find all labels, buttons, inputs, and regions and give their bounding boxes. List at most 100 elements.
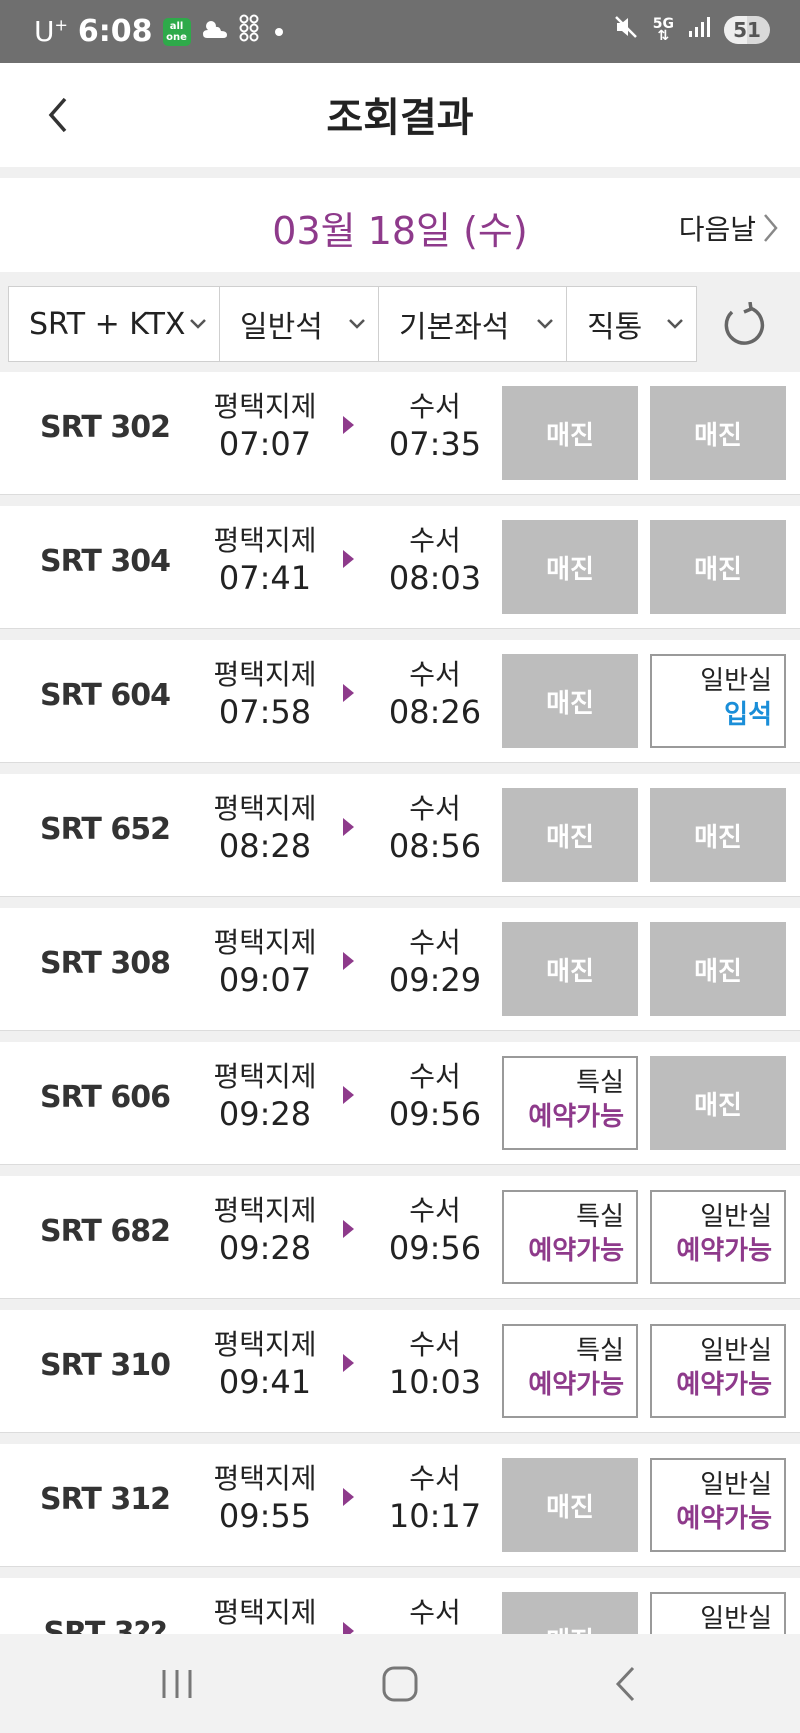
seat-class-label: 특실: [576, 1336, 624, 1366]
seat-soldout-button[interactable]: 매진: [650, 1056, 786, 1150]
seat-available-button[interactable]: 특실 예약가능: [502, 1190, 638, 1284]
seat-class-label: 일반실: [700, 1336, 772, 1366]
departure: 평택지제: [190, 1596, 340, 1630]
departure-station: 평택지제: [213, 1060, 317, 1093]
seat-class-dropdown[interactable]: 일반석: [220, 287, 379, 361]
departure-station: 평택지제: [213, 1194, 317, 1227]
arrival-station: 수서: [409, 1596, 461, 1629]
seat-soldout-button[interactable]: 매진: [650, 520, 786, 614]
seat-type-dropdown[interactable]: 기본좌석: [379, 287, 567, 361]
arrival: 수서: [360, 1596, 510, 1630]
arrival-station: 수서: [409, 792, 461, 825]
seat-status-label: 예약가능: [676, 1236, 772, 1266]
departure: 평택지제 09:28: [190, 1194, 340, 1268]
departure-time: 09:55: [218, 1497, 312, 1535]
arrival: 수서 09:29: [360, 926, 510, 1000]
seat-soldout-button[interactable]: 매진: [650, 386, 786, 480]
train-row[interactable]: SRT 606 평택지제 09:28 수서 09:56 특실 예약가능 매진: [0, 1042, 800, 1165]
seat-type-label: 기본좌석: [399, 310, 510, 345]
train-row[interactable]: SRT 304 평택지제 07:41 수서 08:03 매진 매진: [0, 506, 800, 629]
seat-available-button[interactable]: 특실 예약가능: [502, 1324, 638, 1418]
all-one-app-icon: all one: [162, 17, 191, 46]
soldout-label: 매진: [694, 1090, 742, 1121]
filter-bar: SRT + KTX 일반석 기본좌석 직통: [0, 272, 800, 372]
seat-class-label: 일반실: [700, 1470, 772, 1500]
system-back-button[interactable]: [585, 1654, 665, 1714]
seat-class-label: 일반실: [700, 1202, 772, 1232]
arrival: 수서 10:03: [360, 1328, 510, 1402]
train-number: SRT 604: [40, 678, 171, 713]
train-row[interactable]: SRT 682 평택지제 09:28 수서 09:56 특실 예약가능 일반실 예약가능: [0, 1176, 800, 1299]
seat-soldout-button[interactable]: 매진: [502, 788, 638, 882]
arrival-station: 수서: [409, 658, 461, 691]
soldout-label: 매진: [694, 554, 742, 585]
train-row[interactable]: SRT 310 평택지제 09:41 수서 10:03 특실 예약가능 일반실 예약가능: [0, 1310, 800, 1433]
departure-time: 09:28: [218, 1229, 312, 1267]
train-row[interactable]: SRT 652 평택지제 08:28 수서 08:56 매진 매진: [0, 774, 800, 897]
page-title: 조회결과: [326, 95, 474, 141]
status-left: U+ 6:08 all one: [34, 14, 283, 49]
network-5g-icon: 5G ⇅: [652, 16, 674, 44]
train-row[interactable]: SRT 312 평택지제 09:55 수서 10:17 매진 일반실 예약가능: [0, 1444, 800, 1567]
departure-time: 08:28: [218, 827, 312, 865]
seat-status-label: 예약가능: [528, 1102, 624, 1132]
back-icon: [615, 1666, 635, 1702]
mute-icon: [613, 14, 639, 46]
next-day-label: 다음날: [678, 213, 756, 246]
departure-station: 평택지제: [213, 926, 317, 959]
seat-available-button[interactable]: 일반실예약가능: [650, 1190, 786, 1284]
seat-available-button[interactable]: 일반실: [650, 1592, 786, 1634]
clock: 6:08: [77, 14, 153, 49]
seat-soldout-button[interactable]: 매진: [502, 1592, 638, 1634]
train-row[interactable]: SRT 308 평택지제 09:07 수서 09:29 매진 매진: [0, 908, 800, 1031]
departure-station: 평택지제: [213, 1328, 317, 1361]
seat-soldout-button[interactable]: 매진: [502, 922, 638, 1016]
seat-class-label: 일반실: [700, 666, 772, 696]
weather-cloud-icon: [201, 17, 229, 47]
signal-icon: [688, 16, 710, 44]
chevron-right-icon: [764, 214, 778, 242]
arrow-right-icon: [343, 550, 354, 568]
arrival-station: 수서: [409, 1060, 461, 1093]
chevron-down-icon: [349, 319, 365, 329]
soldout-label: 매진: [546, 822, 594, 853]
seat-class-label: 특실: [576, 1068, 624, 1098]
train-row[interactable]: SRT 604 평택지제 07:58 수서 08:26 매진 일반실 입석: [0, 640, 800, 763]
train-row[interactable]: SRT 302 평택지제 07:07 수서 07:35 매진 매진: [0, 372, 800, 495]
chevron-down-icon: [537, 319, 553, 329]
soldout-label: 매진: [546, 956, 594, 987]
departure-station: 평택지제: [213, 792, 317, 825]
seat-soldout-button[interactable]: 매진: [650, 922, 786, 1016]
arrival-station: 수서: [409, 524, 461, 557]
train-row[interactable]: SRT 3?? 평택지제 수서매진 일반실: [0, 1578, 800, 1634]
soldout-label: 매진: [546, 420, 594, 451]
recent-apps-button[interactable]: [137, 1654, 217, 1714]
seat-soldout-button[interactable]: 매진: [502, 654, 638, 748]
route-type-dropdown[interactable]: 직통: [567, 287, 696, 361]
seat-soldout-button[interactable]: 매진: [650, 788, 786, 882]
departure-time: 07:41: [218, 559, 312, 597]
train-type-dropdown[interactable]: SRT + KTX: [9, 287, 220, 361]
seat-soldout-button[interactable]: 매진: [502, 386, 638, 480]
refresh-icon: [724, 302, 765, 345]
seat-available-button[interactable]: 특실예약가능: [502, 1056, 638, 1150]
seat-soldout-button[interactable]: 매진: [502, 520, 638, 614]
train-number: SRT 302: [40, 410, 171, 445]
home-button[interactable]: [360, 1654, 440, 1714]
soldout-label: 매진: [546, 688, 594, 719]
departure: 평택지제 09:55: [190, 1462, 340, 1536]
chevron-down-icon: [190, 319, 206, 329]
arrival: 수서 08:26: [360, 658, 510, 732]
seat-available-button[interactable]: 일반실 입석: [650, 654, 786, 748]
train-number: SRT 308: [40, 946, 171, 981]
departure: 평택지제 09:41: [190, 1328, 340, 1402]
arrow-right-icon: [343, 818, 354, 836]
seat-soldout-button[interactable]: 매진: [502, 1458, 638, 1552]
route-type-label: 직통: [587, 310, 643, 345]
next-day-button[interactable]: 다음날: [679, 208, 778, 248]
seat-available-button[interactable]: 일반실 예약가능: [650, 1324, 786, 1418]
departure-station: 평택지제: [213, 1462, 317, 1495]
seat-available-button[interactable]: 일반실 예약가능: [650, 1458, 786, 1552]
refresh-button[interactable]: [712, 294, 774, 356]
arrow-right-icon: [343, 1086, 354, 1104]
